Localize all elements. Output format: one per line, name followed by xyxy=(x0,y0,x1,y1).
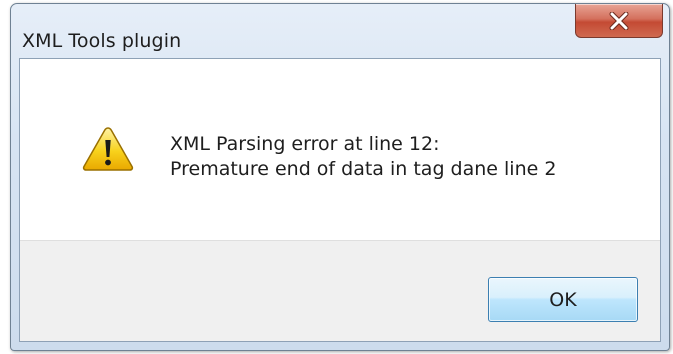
message-box-window: XML Tools plugin XML Parsing error at li… xyxy=(10,3,670,351)
title-bar[interactable]: XML Tools plugin xyxy=(11,4,669,52)
ok-button[interactable]: OK xyxy=(488,277,638,322)
dialog-client-area: XML Parsing error at line 12: Premature … xyxy=(19,58,661,342)
message-area: XML Parsing error at line 12: Premature … xyxy=(20,59,660,240)
message-text: XML Parsing error at line 12: Premature … xyxy=(170,132,556,182)
window-title: XML Tools plugin xyxy=(22,30,182,52)
message-line-1: XML Parsing error at line 12: xyxy=(170,133,440,155)
message-line-2: Premature end of data in tag dane line 2 xyxy=(170,158,557,180)
button-panel: OK xyxy=(20,240,660,341)
screen: XML Tools plugin XML Parsing error at li… xyxy=(0,0,673,354)
close-icon xyxy=(609,11,629,30)
close-button[interactable] xyxy=(575,4,663,38)
warning-icon xyxy=(82,127,134,171)
